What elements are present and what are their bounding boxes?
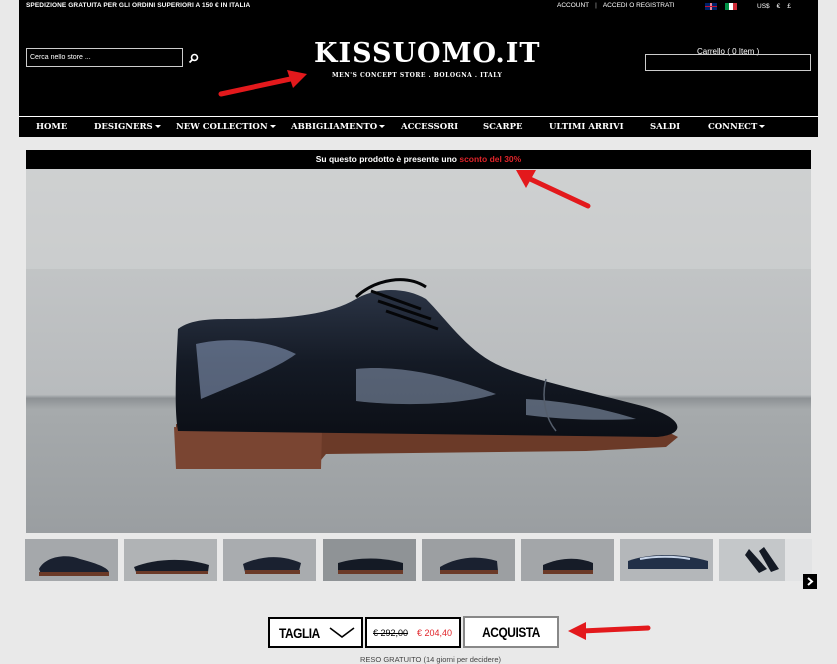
currency-gbp[interactable]: £: [787, 3, 791, 10]
nav-item-connect[interactable]: CONNECT: [708, 122, 766, 132]
nav-item-label: CONNECT: [708, 122, 758, 132]
nav-item-accessori[interactable]: ACCESSORI: [401, 122, 458, 132]
shoe-thumbnail-image: [25, 539, 118, 581]
search-icon[interactable]: [188, 53, 199, 64]
product-thumbnail[interactable]: [124, 539, 217, 581]
login-register-link[interactable]: ACCEDI O REGISTRATI: [603, 2, 675, 9]
caret-down-icon: [759, 125, 766, 128]
account-link[interactable]: ACCOUNT: [557, 2, 589, 9]
shoe-thumbnail-image: [521, 539, 614, 581]
shoe-thumbnail-image: [719, 539, 812, 581]
discount-text: Su questo prodotto è presente uno: [315, 154, 457, 164]
nav-item-label: SALDI: [650, 122, 681, 132]
product-thumbnail[interactable]: [620, 539, 713, 581]
nav-item-abbigliamento[interactable]: ABBIGLIAMENTO: [291, 122, 386, 132]
nav-item-label: ABBIGLIAMENTO: [291, 122, 378, 132]
nav-item-label: ACCESSORI: [401, 122, 459, 132]
caret-down-icon: [269, 125, 276, 128]
italy-flag-icon[interactable]: [725, 3, 737, 10]
product-thumbnail[interactable]: [521, 539, 614, 581]
returns-note: RESO GRATUITO (14 giorni per decidere): [360, 655, 502, 664]
product-thumbnail[interactable]: [323, 539, 416, 581]
nav-item-designers[interactable]: DESIGNERS: [94, 122, 161, 132]
locale-switcher: US$ € £: [705, 3, 791, 10]
red-arrow-icon: [218, 70, 307, 97]
nav-item-scarpe[interactable]: SCARPE: [483, 122, 522, 132]
nav-item-new-collection[interactable]: NEW COLLECTION: [176, 122, 276, 132]
shoe-thumbnail-image: [124, 539, 217, 581]
price-box: € 292,00 € 204,40: [365, 617, 461, 648]
shoe-thumbnail-image: [223, 539, 316, 581]
product-thumbnail[interactable]: [223, 539, 316, 581]
search-input[interactable]: [26, 48, 183, 67]
shoe-thumbnail-image: [422, 539, 515, 581]
red-arrow-icon: [516, 170, 591, 209]
chevron-right-icon: [807, 577, 814, 586]
site-tagline: MEN'S CONCEPT STORE . BOLOGNA . ITALY: [332, 72, 503, 79]
cart-box[interactable]: [645, 54, 811, 71]
product-thumbnail[interactable]: [25, 539, 118, 581]
chevron-down-icon: [329, 627, 355, 638]
price-discounted: € 204,40: [417, 628, 453, 638]
currency-usd[interactable]: US$: [757, 3, 770, 10]
size-select-label: TAGLIA: [279, 625, 320, 641]
discount-banner: Su questo prodotto è presente uno sconto…: [26, 150, 811, 169]
product-thumbnail[interactable]: [719, 539, 812, 581]
topbar-links: ACCOUNT | ACCEDI O REGISTRATI: [557, 2, 675, 9]
currency-eur[interactable]: €: [777, 3, 781, 10]
nav-item-label: SCARPE: [483, 122, 523, 132]
nav-item-saldi[interactable]: SALDI: [650, 122, 680, 132]
buy-button-label: ACQUISTA: [482, 624, 540, 640]
nav-item-label: DESIGNERS: [94, 122, 153, 132]
uk-flag-icon[interactable]: [705, 3, 717, 10]
product-thumbnail[interactable]: [422, 539, 515, 581]
thumbnail-next-button[interactable]: [803, 574, 817, 589]
red-arrow-icon: [568, 622, 651, 640]
nav-item-label: ULTIMI ARRIVI: [549, 122, 624, 132]
site-header: SPEDIZIONE GRATUITA PER GLI ORDINI SUPER…: [19, 0, 818, 137]
main-nav: HOME DESIGNERS NEW COLLECTION ABBIGLIAME…: [19, 116, 818, 137]
shoe-photo: [26, 169, 811, 533]
nav-item-label: NEW COLLECTION: [176, 122, 268, 132]
shoe-thumbnail-image: [323, 539, 416, 581]
discount-highlight: sconto del 30%: [459, 154, 522, 164]
site-logo[interactable]: KISSUOMO.IT: [314, 38, 541, 69]
shoe-thumbnail-image: [620, 539, 713, 581]
nav-item-ultimi-arrivi[interactable]: ULTIMI ARRIVI: [549, 122, 624, 132]
product-main-image[interactable]: [26, 169, 811, 533]
size-select[interactable]: TAGLIA: [268, 617, 363, 648]
topbar-separator: |: [595, 2, 597, 9]
page: SPEDIZIONE GRATUITA PER GLI ORDINI SUPER…: [0, 0, 837, 664]
shipping-notice: SPEDIZIONE GRATUITA PER GLI ORDINI SUPER…: [26, 2, 251, 9]
caret-down-icon: [379, 125, 386, 128]
price-original: € 292,00: [373, 628, 409, 638]
nav-item-home[interactable]: HOME: [36, 122, 67, 132]
buy-button[interactable]: ACQUISTA: [463, 616, 559, 648]
caret-down-icon: [154, 125, 161, 128]
nav-item-label: HOME: [36, 122, 68, 132]
